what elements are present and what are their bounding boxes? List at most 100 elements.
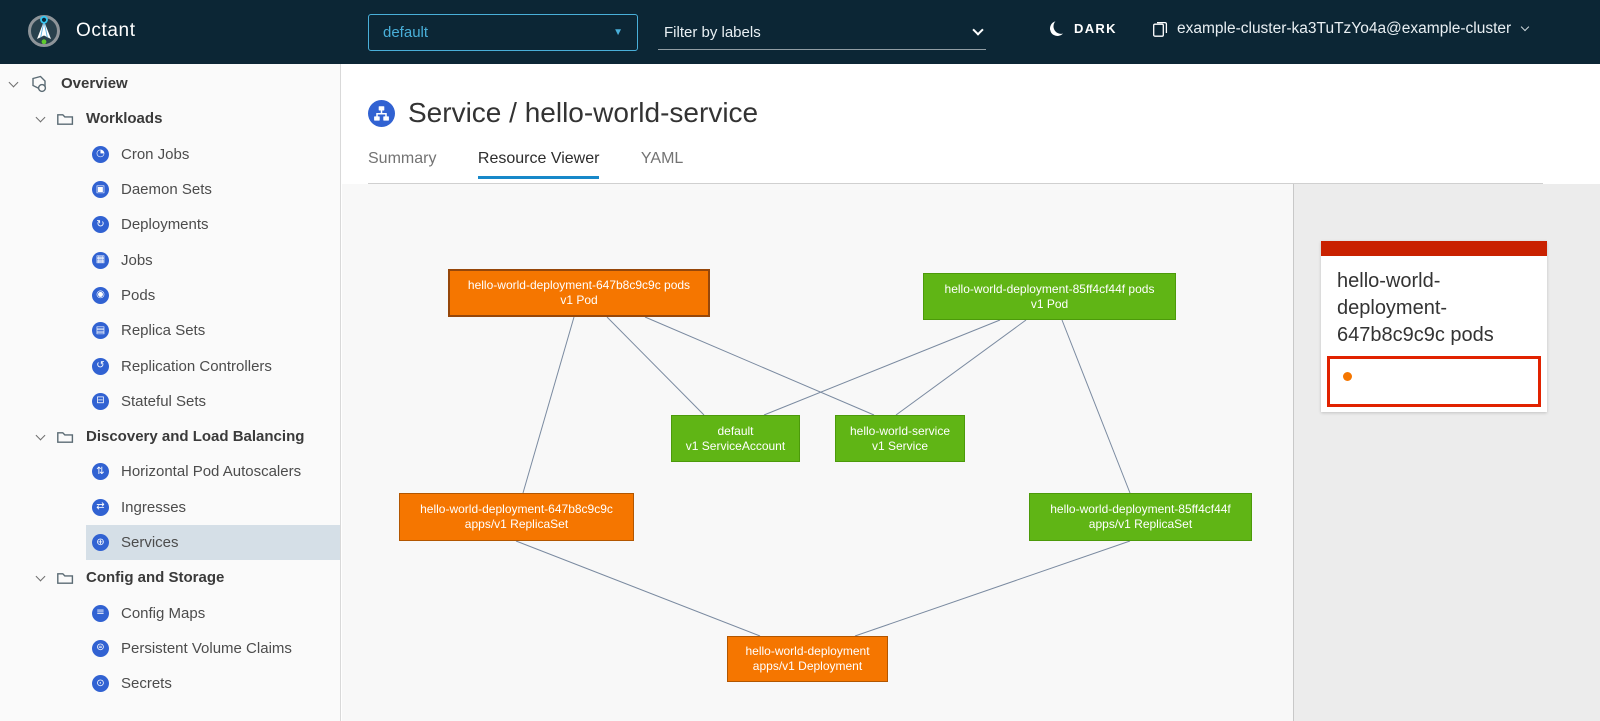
tab-resource-viewer[interactable]: Resource Viewer (478, 150, 600, 179)
folder-icon (56, 428, 74, 446)
sidebar-item-overview[interactable]: Overview (0, 66, 340, 101)
tab-bar: Summary Resource Viewer YAML (368, 150, 1543, 184)
node-kind: apps/v1 ReplicaSet (465, 517, 568, 532)
sidebar-item-workloads[interactable]: Workloads (0, 101, 340, 136)
detail-panel: hello-world-deployment-647b8c9c9c pods (1293, 184, 1600, 721)
sidebar-item-label: Horizontal Pod Autoscalers (121, 463, 301, 480)
node-kind: v1 Pod (1031, 297, 1068, 312)
page-title: Service / hello-world-service (368, 97, 758, 129)
selected-object-card: hello-world-deployment-647b8c9c9c pods (1321, 241, 1547, 412)
app-logo: Octant (26, 13, 136, 49)
sidebar-item-label: Deployments (121, 216, 209, 233)
node-name: hello-world-deployment-85ff4cf44f pods (945, 282, 1155, 297)
label-filter-input[interactable] (662, 23, 974, 42)
chevron-down-icon[interactable] (9, 77, 19, 87)
sidebar-item-label: Ingresses (121, 499, 186, 516)
sidebar-item-label: Pods (121, 287, 155, 304)
sidebar-item-label: Secrets (121, 675, 172, 692)
sidebar-item-persistent-volume-claims[interactable]: ⊜ Persistent Volume Claims (0, 631, 340, 666)
graph-node-hello-world-deployment[interactable]: hello-world-deploymentapps/v1 Deployment (727, 636, 888, 682)
daemon-sets-icon: ▣ (92, 181, 109, 198)
services-icon: ⊕ (92, 534, 109, 551)
sidebar-item-discovery-and-load-balancing[interactable]: Discovery and Load Balancing (0, 419, 340, 454)
moon-icon (1048, 19, 1067, 38)
dark-theme-label: DARK (1074, 21, 1117, 36)
sidebar-item-replication-controllers[interactable]: ↺ Replication Controllers (0, 348, 340, 383)
folder-icon (56, 569, 74, 587)
sidebar-item-label: Workloads (86, 110, 162, 127)
cluster-icon (1152, 21, 1168, 38)
label-filter (658, 15, 986, 50)
graph-node-hello-world-deployment-85ff4cf44f[interactable]: hello-world-deployment-85ff4cf44fapps/v1… (1029, 493, 1252, 541)
tab-yaml[interactable]: YAML (641, 150, 683, 176)
graph-node-hello-world-deployment-647b8c9c9c-pods[interactable]: hello-world-deployment-647b8c9c9c podsv1… (448, 269, 710, 317)
top-bar: Octant default ▼ DARK example-cluster-ka… (0, 0, 1600, 64)
sidebar-item-cron-jobs[interactable]: ◔Cron Jobs (0, 137, 340, 172)
caret-down-icon: ▼ (613, 27, 623, 38)
graph-node-default[interactable]: defaultv1 ServiceAccount (671, 415, 800, 462)
sidebar-item-daemon-sets[interactable]: ▣ Daemon Sets (0, 172, 340, 207)
sidebar-item-label: Jobs (121, 252, 153, 269)
node-kind: v1 ServiceAccount (686, 439, 785, 454)
node-name: hello-world-deployment-85ff4cf44f (1050, 502, 1231, 517)
sidebar-item-label: Stateful Sets (121, 393, 206, 410)
sidebar-item-label: Persistent Volume Claims (121, 640, 292, 657)
stateful-sets-icon: ⊟ (92, 393, 109, 410)
main-header: Service / hello-world-service Summary Re… (342, 64, 1600, 184)
pod-selection-box[interactable] (1327, 356, 1541, 407)
node-name: hello-world-service (850, 424, 950, 439)
sidebar-item-config-and-storage[interactable]: Config and Storage (0, 560, 340, 595)
sidebar-item-label: Services (121, 534, 179, 551)
cluster-switcher[interactable]: example-cluster-ka3TuTzYo4a@example-clus… (1152, 20, 1528, 38)
secrets-icon: ⊙ (92, 675, 109, 692)
node-kind: apps/v1 Deployment (753, 659, 862, 674)
horizontal-pod-autoscalers-icon: ⇅ (92, 463, 109, 480)
sidebar-item-secrets[interactable]: ⊙ Secrets (0, 666, 340, 701)
sidebar-item-horizontal-pod-autoscalers[interactable]: ⇅ Horizontal Pod Autoscalers (0, 454, 340, 489)
sidebar-item-pods[interactable]: ◉ Pods (0, 278, 340, 313)
namespace-selector[interactable]: default ▼ (368, 14, 638, 51)
cron-jobs-icon: ◔ (92, 146, 109, 163)
card-body: hello-world-deployment-647b8c9c9c pods (1321, 256, 1547, 412)
graph-node-hello-world-service[interactable]: hello-world-servicev1 Service (835, 415, 965, 462)
sidebar-item-replica-sets[interactable]: ▤Replica Sets (0, 313, 340, 348)
pods-icon: ◉ (92, 287, 109, 304)
folder-icon (56, 110, 74, 128)
service-icon (368, 100, 395, 127)
jobs-icon: ▦ (92, 252, 109, 269)
octant-logo-icon (26, 13, 62, 49)
card-status-accent-bar (1321, 241, 1547, 256)
sidebar-item-deployments[interactable]: ↻ Deployments (0, 207, 340, 242)
sidebar-item-services[interactable]: ⊕ Services (0, 525, 340, 560)
chevron-down-icon[interactable] (972, 24, 983, 35)
replication-controllers-icon: ↺ (92, 358, 109, 375)
namespace-selector-value: default (383, 24, 428, 41)
node-name: hello-world-deployment (745, 644, 869, 659)
tab-summary[interactable]: Summary (368, 150, 436, 176)
ingresses-icon: ⇄ (92, 499, 109, 516)
persistent-volume-claims-icon: ⊜ (92, 640, 109, 657)
sidebar-item-stateful-sets[interactable]: ⊟ Stateful Sets (0, 384, 340, 419)
chevron-down-icon (1521, 23, 1529, 31)
node-name: hello-world-deployment-647b8c9c9c (420, 502, 613, 517)
sidebar-item-label: Replication Controllers (121, 358, 272, 375)
node-name: hello-world-deployment-647b8c9c9c pods (468, 278, 690, 293)
graph-node-hello-world-deployment-647b8c9c9c[interactable]: hello-world-deployment-647b8c9c9capps/v1… (399, 493, 634, 541)
sidebar-item-ingresses[interactable]: ⇄ Ingresses (0, 490, 340, 525)
dark-theme-toggle[interactable]: DARK (1050, 21, 1117, 36)
sidebar-item-jobs[interactable]: ▦ Jobs (0, 242, 340, 277)
app-title: Octant (76, 20, 136, 42)
sidebar-item-label: Overview (61, 75, 128, 92)
sidebar-item-config-maps[interactable]: ≡Config Maps (0, 595, 340, 630)
node-kind: v1 Pod (560, 293, 597, 308)
node-kind: v1 Service (872, 439, 928, 454)
sidebar-item-label: Daemon Sets (121, 181, 212, 198)
chevron-down-icon[interactable] (36, 430, 46, 440)
chevron-down-icon[interactable] (36, 112, 46, 122)
pod-status-dot (1343, 372, 1352, 381)
graph-node-hello-world-deployment-85ff4cf44f-pods[interactable]: hello-world-deployment-85ff4cf44f podsv1… (923, 273, 1176, 320)
config-maps-icon: ≡ (92, 605, 109, 622)
chevron-down-icon[interactable] (36, 571, 46, 581)
card-title: hello-world-deployment-647b8c9c9c pods (1327, 268, 1541, 349)
deployments-icon: ↻ (92, 216, 109, 233)
